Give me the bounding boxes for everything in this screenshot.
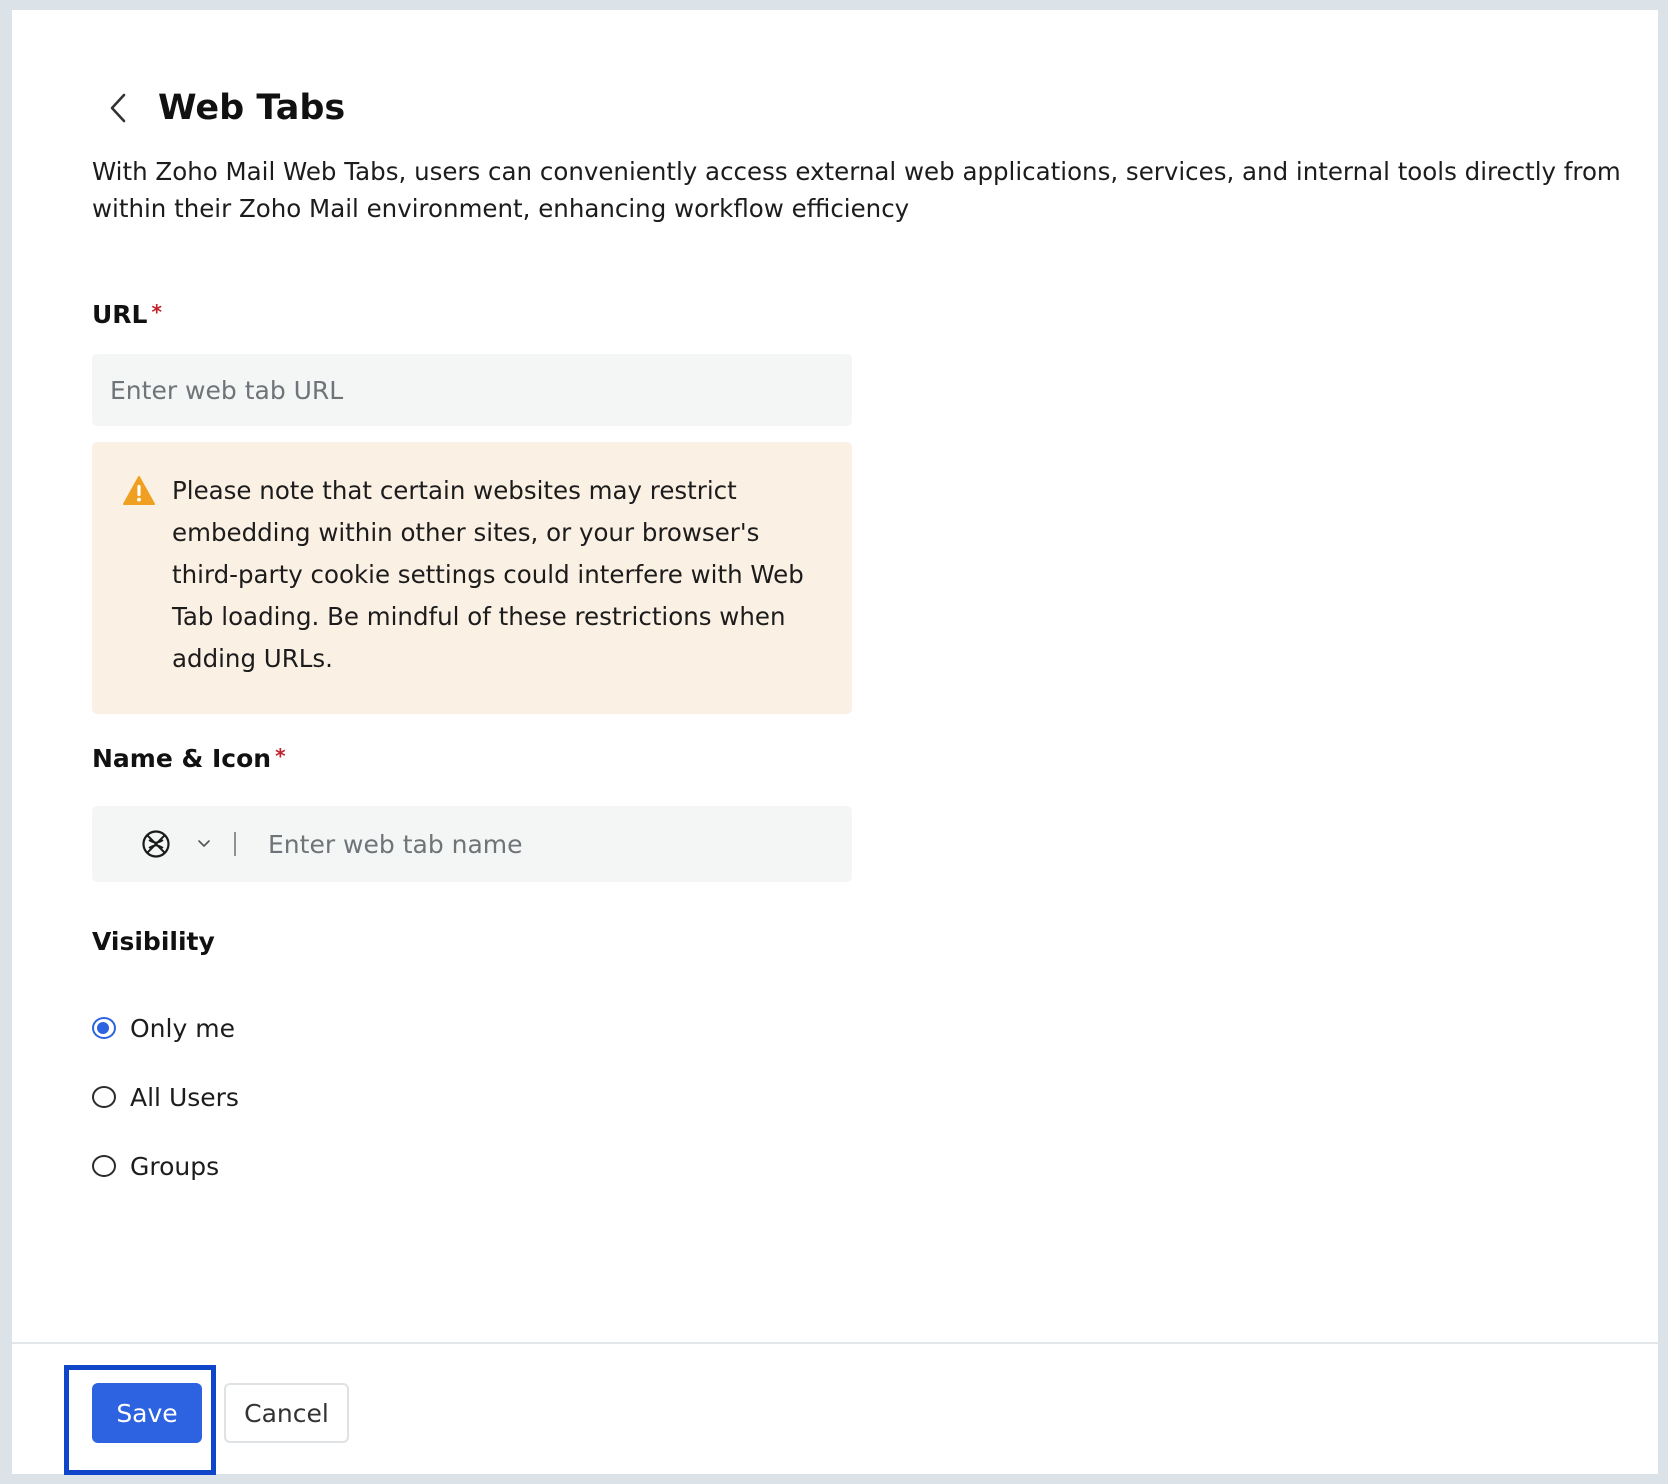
radio-groups[interactable]: Groups <box>92 1146 239 1186</box>
url-input[interactable] <box>92 354 852 426</box>
cancel-button[interactable]: Cancel <box>224 1383 349 1443</box>
web-tabs-panel: Web Tabs With Zoho Mail Web Tabs, users … <box>12 10 1658 1475</box>
name-icon-label-text: Name & Icon <box>92 744 272 773</box>
radio-label: All Users <box>130 1082 239 1112</box>
url-label-text: URL <box>92 300 148 329</box>
visibility-radio-group: Only me All Users Groups <box>92 1008 239 1215</box>
chevron-left-icon[interactable] <box>102 88 134 128</box>
radio-button[interactable] <box>92 1155 116 1177</box>
radio-label: Groups <box>130 1151 220 1181</box>
name-icon-label: Name & Icon * <box>92 744 286 773</box>
chevron-down-icon <box>198 840 210 847</box>
warning-triangle-icon <box>123 476 155 505</box>
visibility-label: Visibility <box>92 927 215 956</box>
footer-divider <box>12 1342 1658 1344</box>
save-button[interactable]: Save <box>92 1383 202 1443</box>
radio-label: Only me <box>130 1013 235 1043</box>
url-label: URL * <box>92 300 162 329</box>
name-input[interactable] <box>266 813 852 875</box>
icon-picker-dropdown[interactable] <box>140 828 212 860</box>
radio-button[interactable] <box>92 1086 116 1108</box>
radio-button-checked[interactable] <box>92 1017 116 1039</box>
page-header: Web Tabs <box>102 80 345 136</box>
name-icon-field <box>92 806 852 882</box>
page-description: With Zoho Mail Web Tabs, users can conve… <box>92 157 1621 223</box>
required-mark: * <box>275 744 286 768</box>
globe-icon <box>142 830 170 858</box>
page-title: Web Tabs <box>158 88 346 128</box>
warning-box: Please note that certain websites may re… <box>92 442 852 714</box>
radio-only-me[interactable]: Only me <box>92 1008 239 1048</box>
field-separator <box>234 832 236 856</box>
required-mark: * <box>151 300 162 324</box>
radio-all-users[interactable]: All Users <box>92 1077 239 1117</box>
warning-text: Please note that certain websites may re… <box>172 476 804 673</box>
